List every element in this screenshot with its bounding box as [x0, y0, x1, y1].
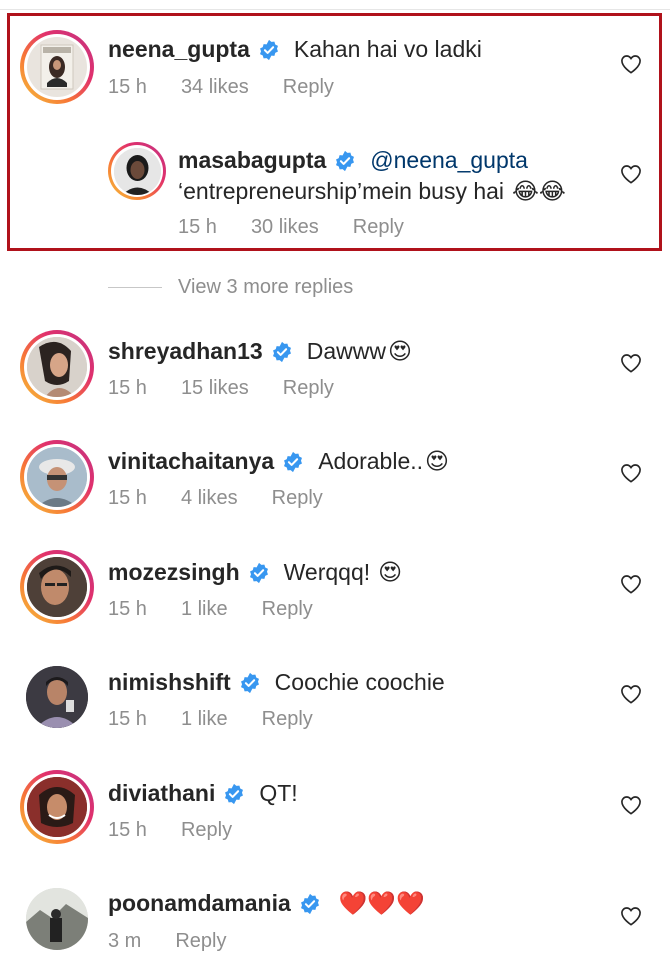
timestamp: 15 h: [108, 377, 147, 399]
view-more-label[interactable]: View 3 more replies: [178, 276, 353, 299]
avatar[interactable]: [20, 882, 94, 956]
comment-text: QT!: [259, 780, 298, 806]
view-more-replies[interactable]: View 3 more replies: [108, 276, 353, 299]
timestamp: 15 h: [108, 708, 147, 730]
username[interactable]: nimishshift: [108, 669, 231, 696]
heart-icon[interactable]: [620, 164, 642, 184]
heart-icon[interactable]: [620, 684, 642, 704]
comment-text: Kahan hai vo ladki: [293, 36, 482, 62]
likes-count[interactable]: 4 likes: [181, 487, 238, 510]
top-divider: [0, 9, 670, 10]
likes-count[interactable]: 30 likes: [251, 216, 319, 239]
verified-badge-icon: [271, 341, 293, 363]
verified-badge-icon: [239, 672, 261, 694]
heart-eyes-emoji: 😍: [387, 338, 412, 364]
comment-text: Coochie coochie: [274, 669, 445, 695]
likes-count[interactable]: 15 likes: [181, 377, 249, 400]
comment-text: Werqqq!: [283, 559, 371, 585]
heart-icon[interactable]: [620, 574, 642, 594]
timestamp: 15 h: [108, 598, 147, 620]
avatar[interactable]: [20, 770, 94, 844]
comment-text: Adorable..: [318, 448, 424, 474]
divider: [108, 287, 162, 288]
verified-badge-icon: [258, 39, 280, 61]
verified-badge-icon: [299, 893, 321, 915]
timestamp: 15 h: [178, 216, 217, 238]
verified-badge-icon: [334, 150, 356, 172]
timestamp: 15 h: [108, 76, 147, 98]
verified-badge-icon: [223, 783, 245, 805]
reply-button[interactable]: Reply: [175, 930, 226, 953]
likes-count[interactable]: 34 likes: [181, 76, 249, 99]
comment-text: ‘entrepreneurship’mein busy hai: [178, 178, 505, 204]
username[interactable]: vinitachaitanya: [108, 448, 274, 475]
avatar[interactable]: [20, 440, 94, 514]
heart-eyes-emoji: 😍: [425, 448, 450, 474]
likes-count[interactable]: 1 like: [181, 708, 228, 731]
reply-button[interactable]: Reply: [181, 819, 232, 842]
laughing-emoji: 😂😂: [512, 178, 566, 204]
likes-count[interactable]: 1 like: [181, 598, 228, 621]
username[interactable]: diviathani: [108, 780, 215, 807]
verified-badge-icon: [248, 562, 270, 584]
timestamp: 15 h: [108, 819, 147, 841]
heart-icon[interactable]: [620, 353, 642, 373]
mention-link[interactable]: @neena_gupta: [370, 147, 528, 174]
reply-button[interactable]: Reply: [262, 708, 313, 731]
heart-icon[interactable]: [620, 54, 642, 74]
username[interactable]: shreyadhan13: [108, 338, 263, 365]
timestamp: 15 h: [108, 487, 147, 509]
timestamp: 3 m: [108, 930, 142, 952]
username[interactable]: neena_gupta: [108, 36, 250, 63]
reply-button[interactable]: Reply: [353, 216, 404, 239]
username[interactable]: poonamdamania: [108, 890, 291, 917]
red-hearts-emoji: ❤️❤️❤️: [338, 890, 425, 916]
username[interactable]: masabagupta: [178, 147, 326, 174]
heart-icon[interactable]: [620, 906, 642, 926]
heart-eyes-emoji: 😍: [378, 559, 403, 585]
avatar[interactable]: [20, 660, 94, 734]
reply-button[interactable]: Reply: [272, 487, 323, 510]
avatar[interactable]: [20, 330, 94, 404]
avatar[interactable]: [20, 30, 94, 104]
avatar[interactable]: [20, 550, 94, 624]
reply-button[interactable]: Reply: [283, 377, 334, 400]
comment-text: Dawww: [306, 338, 386, 364]
reply-button[interactable]: Reply: [283, 76, 334, 99]
verified-badge-icon: [282, 451, 304, 473]
reply-button[interactable]: Reply: [262, 598, 313, 621]
username[interactable]: mozezsingh: [108, 559, 240, 586]
heart-icon[interactable]: [620, 795, 642, 815]
heart-icon[interactable]: [620, 463, 642, 483]
avatar[interactable]: [108, 142, 166, 200]
